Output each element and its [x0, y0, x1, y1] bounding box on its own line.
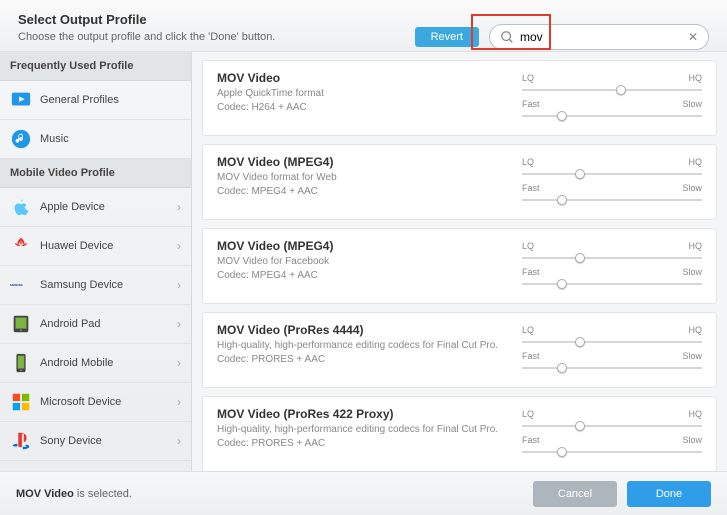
label-slow: Slow — [682, 351, 702, 361]
sidebar: Frequently Used Profile General Profiles… — [0, 52, 192, 471]
profile-card[interactable]: MOV Video (ProRes 422 Proxy) High-quality… — [202, 396, 717, 471]
profile-codec: Codec: PRORES + AAC — [217, 354, 508, 365]
profile-codec: Codec: MPEG4 + AAC — [217, 186, 508, 197]
label-slow: Slow — [682, 435, 702, 445]
profile-card[interactable]: MOV Video (MPEG4) MOV Video format for We… — [202, 144, 717, 220]
label-lq: LQ — [522, 157, 534, 167]
chevron-right-icon: › — [177, 434, 181, 448]
label-hq: HQ — [689, 157, 703, 167]
ms-icon — [10, 391, 32, 413]
quality-slider[interactable] — [522, 421, 702, 431]
speed-slider[interactable] — [522, 195, 702, 205]
profile-codec: Codec: H264 + AAC — [217, 102, 508, 113]
sidebar-item-label: Huawei Device — [40, 240, 113, 252]
chevron-right-icon: › — [177, 395, 181, 409]
dialog-footer: MOV Video is selected. Cancel Done — [0, 471, 727, 515]
profile-subtitle: Apple QuickTime format — [217, 88, 508, 99]
huawei-icon — [10, 235, 32, 257]
sidebar-item[interactable]: Android Mobile › — [0, 344, 191, 383]
selection-status: MOV Video is selected. — [16, 488, 523, 500]
search-field[interactable]: ✕ — [489, 24, 709, 50]
androidpad-icon — [10, 313, 32, 335]
chevron-right-icon: › — [177, 200, 181, 214]
sidebar-item-label: Sony Device — [40, 435, 102, 447]
profile-title: MOV Video (ProRes 4444) — [217, 323, 508, 337]
label-lq: LQ — [522, 241, 534, 251]
apple-icon — [10, 196, 32, 218]
sidebar-item-label: Android Pad — [40, 318, 101, 330]
quality-slider[interactable] — [522, 253, 702, 263]
sidebar-item[interactable]: Huawei Device › — [0, 227, 191, 266]
profile-title: MOV Video — [217, 71, 508, 85]
speed-slider[interactable] — [522, 447, 702, 457]
label-hq: HQ — [689, 241, 703, 251]
chevron-right-icon: › — [177, 356, 181, 370]
sidebar-section-frequent: Frequently Used Profile — [0, 52, 191, 81]
profile-subtitle: High-quality, high-performance editing c… — [217, 340, 508, 351]
sidebar-item[interactable]: Music — [0, 120, 191, 159]
label-fast: Fast — [522, 267, 540, 277]
clear-search-icon[interactable]: ✕ — [688, 30, 698, 44]
sidebar-item[interactable]: General Profiles — [0, 81, 191, 120]
quality-slider[interactable] — [522, 85, 702, 95]
label-lq: LQ — [522, 73, 534, 83]
search-icon — [500, 30, 514, 44]
sidebar-item-label: Samsung Device — [40, 279, 123, 291]
label-fast: Fast — [522, 183, 540, 193]
search-input[interactable] — [520, 30, 682, 44]
profile-list: MOV Video Apple QuickTime format Codec: H2… — [192, 52, 727, 471]
speed-slider[interactable] — [522, 279, 702, 289]
label-hq: HQ — [689, 73, 703, 83]
profile-codec: Codec: PRORES + AAC — [217, 438, 508, 449]
label-lq: LQ — [522, 409, 534, 419]
profile-subtitle: MOV Video for Facebook — [217, 256, 508, 267]
label-lq: LQ — [522, 325, 534, 335]
profile-title: MOV Video (ProRes 422 Proxy) — [217, 407, 508, 421]
svg-text:SAMSUNG: SAMSUNG — [10, 284, 23, 287]
quality-slider[interactable] — [522, 337, 702, 347]
profile-card[interactable]: MOV Video (MPEG4) MOV Video for Facebook C… — [202, 228, 717, 304]
chevron-right-icon: › — [177, 239, 181, 253]
profile-card[interactable]: MOV Video Apple QuickTime format Codec: H2… — [202, 60, 717, 136]
label-slow: Slow — [682, 99, 702, 109]
profile-subtitle: High-quality, high-performance editing c… — [217, 424, 508, 435]
quality-slider[interactable] — [522, 169, 702, 179]
sidebar-item[interactable]: Sony Device › — [0, 422, 191, 461]
revert-button[interactable]: Revert — [415, 27, 479, 47]
play-icon — [10, 89, 32, 111]
sidebar-item[interactable]: Android Pad › — [0, 305, 191, 344]
samsung-icon: SAMSUNG — [10, 274, 32, 296]
ps-icon — [10, 430, 32, 452]
label-slow: Slow — [682, 183, 702, 193]
sidebar-item[interactable]: Apple Device › — [0, 188, 191, 227]
sidebar-section-mobile: Mobile Video Profile — [0, 159, 191, 188]
label-slow: Slow — [682, 267, 702, 277]
chevron-right-icon: › — [177, 317, 181, 331]
cancel-button[interactable]: Cancel — [533, 481, 617, 507]
profile-codec: Codec: MPEG4 + AAC — [217, 270, 508, 281]
dialog-header: Select Output Profile Choose the output … — [0, 0, 727, 52]
sidebar-item[interactable]: Microsoft Device › — [0, 383, 191, 422]
label-hq: HQ — [689, 325, 703, 335]
done-button[interactable]: Done — [627, 481, 711, 507]
androidmob-icon — [10, 352, 32, 374]
speed-slider[interactable] — [522, 111, 702, 121]
sidebar-item-label: Android Mobile — [40, 357, 113, 369]
profile-card[interactable]: MOV Video (ProRes 4444) High-quality, hig… — [202, 312, 717, 388]
sidebar-item-label: Microsoft Device — [40, 396, 121, 408]
profile-title: MOV Video (MPEG4) — [217, 155, 508, 169]
speed-slider[interactable] — [522, 363, 702, 373]
label-hq: HQ — [689, 409, 703, 419]
chevron-right-icon: › — [177, 278, 181, 292]
profile-title: MOV Video (MPEG4) — [217, 239, 508, 253]
label-fast: Fast — [522, 99, 540, 109]
profile-subtitle: MOV Video format for Web — [217, 172, 508, 183]
sidebar-item-label: General Profiles — [40, 94, 119, 106]
sidebar-item[interactable]: SAMSUNG Samsung Device › — [0, 266, 191, 305]
sidebar-item-label: Apple Device — [40, 201, 105, 213]
label-fast: Fast — [522, 351, 540, 361]
sidebar-item-label: Music — [40, 133, 69, 145]
music-icon — [10, 128, 32, 150]
label-fast: Fast — [522, 435, 540, 445]
